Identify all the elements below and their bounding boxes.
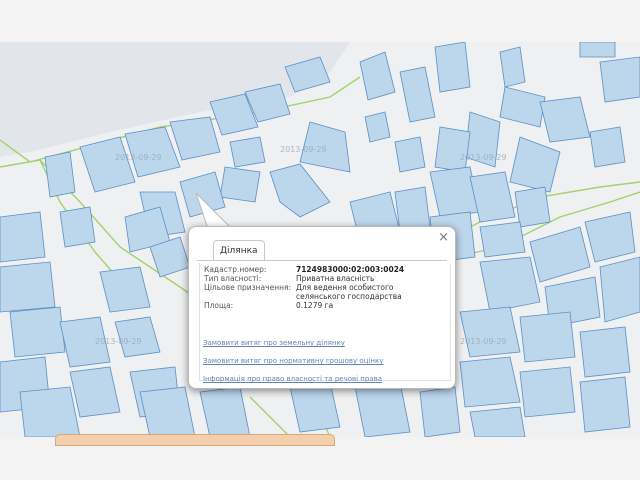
close-icon[interactable]: × bbox=[438, 231, 449, 245]
order-parcel-extract-link[interactable]: Замовити витяг про земельну ділянку bbox=[203, 339, 345, 347]
map-watermark: 2013-09-29 bbox=[115, 153, 162, 162]
ownership-type-value: Приватна власність bbox=[296, 274, 375, 283]
attr-label: Площа: bbox=[204, 301, 234, 310]
order-valuation-extract-link[interactable]: Замовити витяг про нормативну грошову оц… bbox=[203, 357, 383, 365]
bottom-panel-handle[interactable] bbox=[55, 434, 335, 446]
map-watermark: 2013-09-29 bbox=[280, 145, 327, 154]
map-watermark: 2013-09-29 bbox=[95, 337, 142, 346]
attr-row-area: Площа: 0.1279 га bbox=[202, 301, 446, 310]
attr-row-cadastral-number: Кадастр.номер: 7124983000:02:003:0024 bbox=[202, 265, 446, 274]
cadastral-number-value: 7124983000:02:003:0024 bbox=[296, 265, 405, 274]
parcel-info-panel: Кадастр.номер: 7124983000:02:003:0024 Ти… bbox=[199, 263, 451, 383]
popup-pointer bbox=[195, 193, 233, 229]
attr-label: Кадастр.номер: bbox=[204, 265, 267, 274]
map-watermark: 2013-09-29 bbox=[460, 337, 507, 346]
purpose-value: Для ведення особистого селянського госпо… bbox=[296, 283, 402, 301]
tab-parcel[interactable]: Ділянка bbox=[213, 240, 265, 261]
map-watermark: 2013-09-29 bbox=[460, 153, 507, 162]
attr-row-ownership-type: Тип власності: Приватна власність bbox=[202, 274, 446, 283]
parcel-info-popup: × Ділянка Кадастр.номер: 7124983000:02:0… bbox=[188, 226, 456, 389]
attr-label: Тип власності: bbox=[204, 274, 262, 283]
tab-divider bbox=[197, 260, 447, 261]
area-value: 0.1279 га bbox=[296, 301, 334, 310]
parcel-attributes: Кадастр.номер: 7124983000:02:003:0024 Ти… bbox=[202, 265, 446, 310]
ownership-rights-info-link[interactable]: Інформація про право власності та речові… bbox=[203, 375, 382, 383]
attr-row-purpose: Цільове призначення: Для ведення особист… bbox=[202, 283, 446, 301]
attr-label: Цільове призначення: bbox=[204, 283, 292, 292]
